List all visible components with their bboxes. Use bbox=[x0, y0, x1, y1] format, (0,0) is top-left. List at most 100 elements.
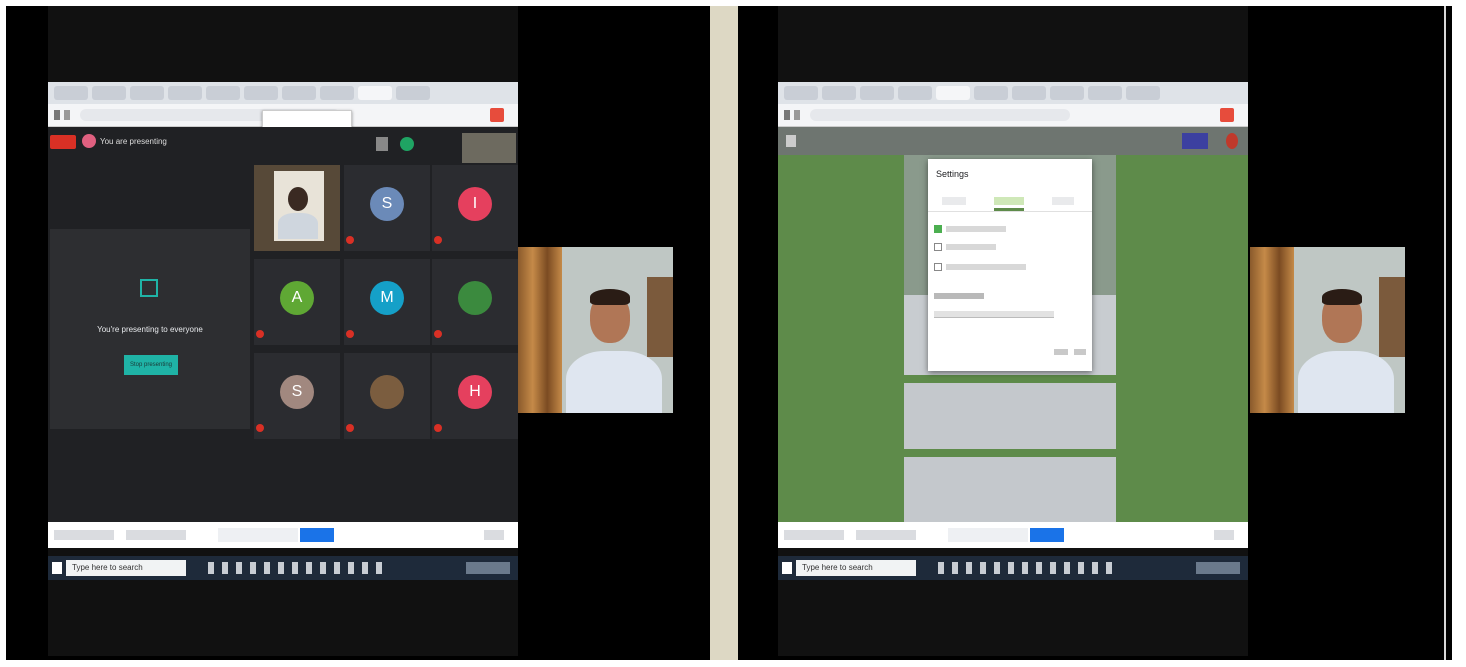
back-icon[interactable] bbox=[54, 110, 60, 120]
browser-tab[interactable] bbox=[1126, 86, 1160, 100]
taskbar-app-icon[interactable] bbox=[278, 562, 284, 574]
browser-tab[interactable] bbox=[92, 86, 126, 100]
participant-tile[interactable]: I bbox=[432, 165, 518, 251]
question-card[interactable] bbox=[904, 457, 1116, 527]
taskbar-app-icon[interactable] bbox=[236, 562, 242, 574]
checkbox-checked[interactable] bbox=[934, 225, 942, 233]
people-icon[interactable] bbox=[376, 137, 388, 151]
stop-sharing-button[interactable] bbox=[300, 528, 334, 542]
taskbar-app-icon[interactable] bbox=[1092, 562, 1098, 574]
participant-tile[interactable] bbox=[254, 165, 340, 251]
browser-tab[interactable] bbox=[396, 86, 430, 100]
browser-tab[interactable] bbox=[784, 86, 818, 100]
present-stop-icon[interactable] bbox=[50, 135, 76, 149]
show-all-button[interactable] bbox=[1214, 530, 1234, 540]
download-item[interactable] bbox=[784, 530, 844, 540]
confirmation-message-input[interactable] bbox=[934, 311, 1054, 318]
taskbar-app-icon[interactable] bbox=[250, 562, 256, 574]
browser-tab[interactable] bbox=[860, 86, 894, 100]
mic-off-icon bbox=[346, 330, 354, 338]
activity-icon[interactable] bbox=[400, 137, 414, 151]
taskbar-app-icon[interactable] bbox=[966, 562, 972, 574]
taskbar-app-icon[interactable] bbox=[938, 562, 944, 574]
browser-tab[interactable] bbox=[320, 86, 354, 100]
left-screen-capture: You are presenting You're presenting to … bbox=[48, 6, 518, 656]
participant-tile[interactable]: S bbox=[344, 165, 430, 251]
account-avatar[interactable] bbox=[1226, 133, 1238, 149]
taskbar-app-icon[interactable] bbox=[1050, 562, 1056, 574]
taskbar-app-icon[interactable] bbox=[292, 562, 298, 574]
browser-tab[interactable] bbox=[974, 86, 1008, 100]
save-button[interactable] bbox=[1074, 349, 1086, 355]
question-card[interactable] bbox=[904, 383, 1116, 449]
checkbox-unchecked[interactable] bbox=[934, 263, 942, 271]
participant-tile[interactable] bbox=[432, 259, 518, 345]
taskbar-app-icon[interactable] bbox=[208, 562, 214, 574]
send-button[interactable] bbox=[1182, 133, 1208, 149]
taskbar-search[interactable]: Type here to search bbox=[796, 560, 916, 576]
download-item[interactable] bbox=[126, 530, 186, 540]
browser-tab[interactable] bbox=[282, 86, 316, 100]
taskbar-app-icon[interactable] bbox=[362, 562, 368, 574]
taskbar-app-icon[interactable] bbox=[1078, 562, 1084, 574]
cancel-button[interactable] bbox=[1054, 349, 1068, 355]
participant-tile[interactable]: H bbox=[432, 353, 518, 439]
browser-tab[interactable] bbox=[168, 86, 202, 100]
browser-tab[interactable] bbox=[1050, 86, 1084, 100]
taskbar-app-icon[interactable] bbox=[334, 562, 340, 574]
windows-start-icon[interactable] bbox=[782, 562, 792, 574]
tab-general[interactable] bbox=[942, 197, 966, 205]
participant-video bbox=[288, 187, 308, 211]
show-all-button[interactable] bbox=[484, 530, 504, 540]
browser-tab[interactable] bbox=[54, 86, 88, 100]
taskbar-app-icon[interactable] bbox=[1036, 562, 1042, 574]
participant-tile[interactable]: M bbox=[344, 259, 430, 345]
stop-sharing-button[interactable] bbox=[1030, 528, 1064, 542]
tooltip-title bbox=[263, 111, 351, 119]
taskbar-app-icon[interactable] bbox=[1064, 562, 1070, 574]
forward-icon[interactable] bbox=[64, 110, 70, 120]
profile-icon[interactable] bbox=[1220, 108, 1234, 122]
taskbar-app-icon[interactable] bbox=[1008, 562, 1014, 574]
browser-tab[interactable] bbox=[1088, 86, 1122, 100]
participant-tile[interactable]: A bbox=[254, 259, 340, 345]
url-field[interactable] bbox=[810, 109, 1070, 121]
taskbar-app-icon[interactable] bbox=[952, 562, 958, 574]
taskbar-app-icon[interactable] bbox=[222, 562, 228, 574]
forward-icon[interactable] bbox=[794, 110, 800, 120]
profile-icon[interactable] bbox=[490, 108, 504, 122]
browser-tab[interactable] bbox=[898, 86, 932, 100]
taskbar-app-icon[interactable] bbox=[1106, 562, 1112, 574]
taskbar-app-icon[interactable] bbox=[994, 562, 1000, 574]
taskbar-app-icon[interactable] bbox=[980, 562, 986, 574]
participant-tile[interactable] bbox=[344, 353, 430, 439]
taskbar-app-icon[interactable] bbox=[320, 562, 326, 574]
taskbar-app-icon[interactable] bbox=[348, 562, 354, 574]
participant-tile[interactable]: S bbox=[254, 353, 340, 439]
download-item[interactable] bbox=[54, 530, 114, 540]
participant-avatar bbox=[458, 281, 492, 315]
browser-tab-active[interactable] bbox=[358, 86, 392, 100]
presenter-avatar bbox=[82, 134, 96, 148]
browser-tab[interactable] bbox=[130, 86, 164, 100]
windows-start-icon[interactable] bbox=[52, 562, 62, 574]
back-icon[interactable] bbox=[784, 110, 790, 120]
participant-avatar: H bbox=[458, 375, 492, 409]
browser-tab[interactable] bbox=[244, 86, 278, 100]
download-item[interactable] bbox=[856, 530, 916, 540]
tab-quizzes[interactable] bbox=[1052, 197, 1074, 205]
browser-tab[interactable] bbox=[206, 86, 240, 100]
present-screen-icon bbox=[140, 279, 158, 297]
checkbox-unchecked[interactable] bbox=[934, 243, 942, 251]
taskbar-app-icon[interactable] bbox=[264, 562, 270, 574]
browser-tab-active[interactable] bbox=[936, 86, 970, 100]
browser-tab[interactable] bbox=[822, 86, 856, 100]
stop-presenting-button[interactable]: Stop presenting bbox=[124, 355, 178, 375]
browser-tab[interactable] bbox=[1012, 86, 1046, 100]
tab-presentation[interactable] bbox=[994, 197, 1024, 205]
taskbar-app-icon[interactable] bbox=[1022, 562, 1028, 574]
taskbar-app-icon[interactable] bbox=[376, 562, 382, 574]
taskbar-search[interactable]: Type here to search bbox=[66, 560, 186, 576]
participant-avatar: S bbox=[280, 375, 314, 409]
taskbar-app-icon[interactable] bbox=[306, 562, 312, 574]
